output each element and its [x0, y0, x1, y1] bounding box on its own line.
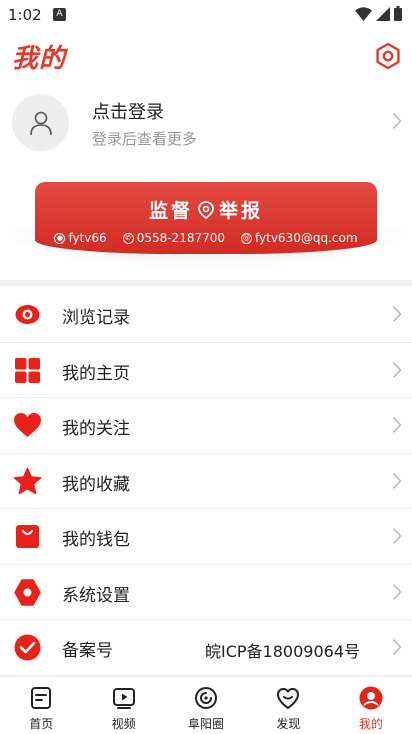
menu-item-wallet[interactable]: 我的钱包 — [0, 509, 412, 565]
menu-list: 浏览记录 我的主页 我的关注 我的收藏 我的钱包 系统设置 备案号 皖ICP备1… — [0, 287, 412, 676]
banner-title-left: 监督 — [148, 200, 193, 222]
contact-email[interactable]: @ fytv630@qq.com — [241, 231, 358, 245]
wifi-icon — [355, 6, 372, 21]
tab-label: 首页 — [29, 717, 54, 731]
chevron-right-icon — [392, 305, 402, 323]
home-icon — [31, 687, 52, 709]
tab-label: 发现 — [276, 717, 301, 731]
contact-phone[interactable]: ✆ 0558-2187700 — [122, 231, 225, 245]
menu-label: 备案号 — [62, 641, 113, 661]
menu-label: 我的收藏 — [62, 474, 130, 495]
discover-icon — [277, 688, 300, 709]
phone-text: 0558-2187700 — [136, 231, 225, 245]
tab-discover[interactable]: 发现 — [247, 677, 329, 734]
location-pin-icon — [198, 200, 214, 219]
grid-icon — [15, 357, 40, 383]
status-bar: 1:02 A — [0, 0, 412, 30]
banner-title-right: 举报 — [219, 200, 264, 222]
banner-card[interactable]: 监督 举报 ● fytv66 ✆ 0558-2187700 @ fytv630@qq.… — [35, 182, 377, 254]
page-title: 我的 — [12, 44, 67, 74]
bottom-tab-bar: 首页 视频 阜阳圈 发现 我的 — [0, 676, 412, 734]
chevron-right-icon — [392, 583, 402, 600]
battery-icon — [394, 6, 402, 21]
menu-item-homepage[interactable]: 我的主页 — [0, 343, 412, 398]
chevron-right-icon — [392, 112, 402, 130]
menu-item-history[interactable]: 浏览记录 — [0, 287, 412, 343]
banner-contacts: ● fytv66 ✆ 0558-2187700 @ fytv630@qq.com — [35, 231, 377, 245]
chevron-right-icon — [392, 638, 402, 656]
wechat-text: fytv66 — [68, 231, 107, 245]
check-icon — [14, 634, 41, 661]
menu-label: 系统设置 — [62, 585, 130, 606]
report-banner[interactable]: 监督 举报 ● fytv66 ✆ 0558-2187700 @ fytv630@qq.… — [0, 178, 412, 270]
menu-item-system-settings[interactable]: 系统设置 — [0, 565, 412, 620]
chevron-right-icon — [392, 361, 402, 378]
section-divider — [0, 280, 412, 286]
login-subtitle: 登录后查看更多 — [92, 130, 198, 148]
phone-icon: ✆ — [122, 232, 134, 244]
status-indicators — [355, 6, 402, 21]
tab-circle[interactable]: 阜阳圈 — [165, 677, 247, 734]
header: 我的 — [0, 36, 412, 76]
icp-number: 皖ICP备18009064号 — [205, 642, 360, 661]
menu-item-follow[interactable]: 我的关注 — [0, 398, 412, 454]
menu-label: 我的关注 — [62, 419, 130, 439]
menu-label: 我的主页 — [62, 363, 130, 384]
login-entry[interactable]: 点击登录 登录后查看更多 — [0, 90, 412, 160]
banner-title: 监督 举报 — [35, 196, 377, 223]
menu-item-icp[interactable]: 备案号 皖ICP备18009064号 — [0, 620, 412, 676]
settings-gear-icon[interactable] — [374, 42, 402, 70]
star-icon — [13, 467, 42, 494]
heart-icon — [14, 413, 41, 437]
login-title[interactable]: 点击登录 — [92, 98, 164, 124]
profile-icon — [359, 686, 383, 710]
settings-icon — [14, 578, 41, 606]
menu-label: 我的钱包 — [62, 530, 130, 550]
menu-label: 浏览记录 — [62, 308, 130, 328]
tab-video[interactable]: 视频 — [82, 677, 164, 734]
menu-item-favorites[interactable]: 我的收藏 — [0, 454, 412, 509]
avatar[interactable] — [12, 94, 69, 151]
tab-label: 阜阳圈 — [188, 717, 225, 731]
chevron-right-icon — [392, 416, 402, 434]
user-icon — [29, 111, 52, 135]
history-icon — [15, 305, 40, 324]
tab-label: 我的 — [358, 717, 383, 731]
email-text: fytv630@qq.com — [255, 231, 358, 245]
wechat-icon: ● — [54, 232, 66, 244]
signal-icon — [376, 6, 390, 21]
notification-a-icon: A — [53, 8, 66, 21]
chevron-right-icon — [392, 527, 402, 545]
tab-home[interactable]: 首页 — [0, 677, 82, 734]
tab-profile[interactable]: 我的 — [330, 677, 412, 734]
wallet-icon — [16, 525, 39, 548]
video-icon — [112, 688, 135, 709]
chevron-right-icon — [392, 472, 402, 489]
email-icon: @ — [241, 232, 252, 244]
status-time: 1:02 — [8, 6, 42, 24]
circle-icon — [195, 687, 218, 709]
tab-label: 视频 — [111, 717, 136, 731]
contact-wechat[interactable]: ● fytv66 — [54, 231, 107, 245]
